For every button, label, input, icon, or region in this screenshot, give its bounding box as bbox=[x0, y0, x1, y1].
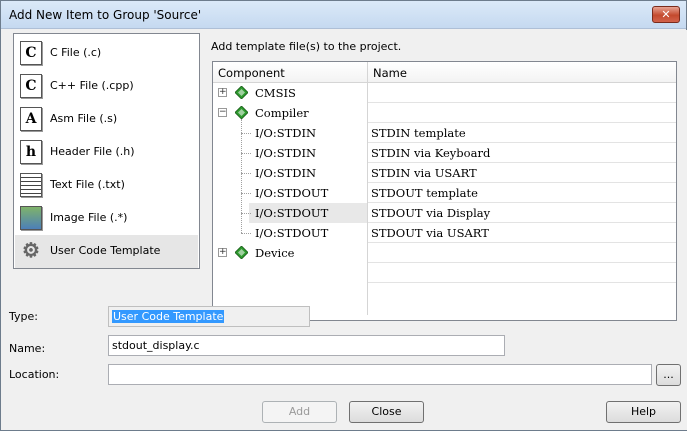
type-field: User Code Template bbox=[108, 306, 310, 327]
file-type-label: Image File (.*) bbox=[50, 211, 128, 224]
file-type-item[interactable]: ⚙ User Code Template bbox=[15, 235, 198, 268]
file-type-item[interactable]: Text File (.txt) bbox=[15, 169, 198, 202]
component-group-label: CMSIS bbox=[255, 86, 296, 100]
tree-connector bbox=[241, 193, 251, 194]
component-label: I/O:STDIN bbox=[255, 126, 317, 140]
component-label: I/O:STDIN bbox=[255, 166, 317, 180]
c-file-icon: C bbox=[20, 41, 42, 65]
window-title: Add New Item to Group 'Source' bbox=[9, 8, 202, 22]
tree-connector bbox=[241, 233, 251, 234]
close-button[interactable]: Close bbox=[349, 401, 424, 423]
component-gem-icon bbox=[235, 106, 248, 119]
component-row[interactable]: I/O:STDOUT STDOUT template bbox=[213, 183, 676, 203]
component-row[interactable]: + CMSIS bbox=[213, 83, 676, 103]
cpp-file-icon: C bbox=[20, 74, 42, 98]
help-button[interactable]: Help bbox=[606, 401, 681, 423]
template-name: STDOUT template bbox=[371, 186, 478, 200]
template-name: STDIN via Keyboard bbox=[371, 146, 491, 160]
file-type-label: Asm File (.s) bbox=[50, 112, 118, 125]
file-type-item[interactable]: h Header File (.h) bbox=[15, 136, 198, 169]
row-divider bbox=[368, 262, 676, 263]
file-type-label: C File (.c) bbox=[50, 46, 102, 59]
tree-connector bbox=[241, 213, 251, 214]
component-row[interactable]: I/O:STDOUT STDOUT via Display bbox=[213, 203, 676, 223]
component-label: I/O:STDIN bbox=[255, 146, 317, 160]
row-divider bbox=[368, 282, 676, 283]
component-group-label: Compiler bbox=[255, 106, 309, 120]
column-header-name[interactable]: Name bbox=[373, 66, 407, 80]
component-label: I/O:STDOUT bbox=[255, 226, 329, 240]
template-name: STDOUT via Display bbox=[371, 206, 491, 220]
file-type-list: C C File (.c) C C++ File (.cpp) A Asm File (.… bbox=[13, 33, 200, 269]
component-gem-icon bbox=[235, 246, 248, 259]
tree-connector bbox=[241, 133, 251, 134]
dialog-body: C C File (.c) C C++ File (.cpp) A Asm File (.… bbox=[2, 30, 687, 430]
name-input-value: stdout_display.c bbox=[112, 339, 200, 352]
grid-header: Component Name bbox=[213, 62, 676, 83]
component-row[interactable]: + Device bbox=[213, 243, 676, 263]
component-grid: Component Name + CMSIS − Compiler I/O:STDIN S… bbox=[212, 61, 677, 321]
tree-connector bbox=[241, 173, 251, 174]
dialog-window: Add New Item to Group 'Source' ✕ C C File… bbox=[0, 0, 687, 431]
add-button[interactable]: Add bbox=[262, 401, 337, 423]
template-header: Add template file(s) to the project. bbox=[211, 40, 402, 53]
file-type-item[interactable]: Image File (.*) bbox=[15, 202, 198, 235]
file-type-item[interactable]: C C File (.c) bbox=[15, 37, 198, 70]
template-name: STDOUT via USART bbox=[371, 226, 489, 240]
location-label: Location: bbox=[9, 368, 60, 381]
file-type-label: User Code Template bbox=[50, 244, 161, 257]
expand-icon[interactable]: + bbox=[218, 248, 227, 257]
tree-connector bbox=[241, 119, 242, 233]
close-window-button[interactable]: ✕ bbox=[652, 6, 680, 23]
component-row[interactable]: I/O:STDIN STDIN via Keyboard bbox=[213, 143, 676, 163]
type-value: User Code Template bbox=[112, 310, 225, 323]
component-row[interactable]: − Compiler bbox=[213, 103, 676, 123]
component-gem-icon bbox=[235, 86, 248, 99]
asm-file-icon: A bbox=[20, 107, 42, 131]
component-label: I/O:STDOUT bbox=[255, 206, 329, 220]
template-name: STDIN via USART bbox=[371, 166, 477, 180]
file-type-item[interactable]: A Asm File (.s) bbox=[15, 103, 198, 136]
file-type-label: Header File (.h) bbox=[50, 145, 135, 158]
template-gear-icon: ⚙ bbox=[22, 238, 40, 262]
name-label: Name: bbox=[9, 342, 46, 355]
expand-icon[interactable]: + bbox=[218, 88, 227, 97]
file-type-item[interactable]: C C++ File (.cpp) bbox=[15, 70, 198, 103]
template-name: STDIN template bbox=[371, 126, 466, 140]
component-row[interactable]: I/O:STDIN STDIN via USART bbox=[213, 163, 676, 183]
location-input[interactable] bbox=[108, 364, 652, 385]
component-label: I/O:STDOUT bbox=[255, 186, 329, 200]
collapse-icon[interactable]: − bbox=[218, 108, 227, 117]
component-row[interactable]: I/O:STDIN STDIN template bbox=[213, 123, 676, 143]
image-file-icon bbox=[20, 206, 42, 230]
component-row[interactable]: I/O:STDOUT STDOUT via USART bbox=[213, 223, 676, 243]
file-type-label: Text File (.txt) bbox=[50, 178, 125, 191]
file-type-label: C++ File (.cpp) bbox=[50, 79, 134, 92]
browse-button[interactable]: ... bbox=[656, 364, 681, 386]
text-file-icon bbox=[20, 173, 42, 197]
title-bar[interactable]: Add New Item to Group 'Source' ✕ bbox=[1, 1, 686, 29]
type-label: Type: bbox=[9, 310, 38, 323]
tree-connector bbox=[241, 153, 251, 154]
component-group-label: Device bbox=[255, 246, 295, 260]
name-input[interactable]: stdout_display.c bbox=[108, 335, 505, 356]
column-header-component[interactable]: Component bbox=[218, 66, 285, 80]
header-file-icon: h bbox=[20, 140, 42, 164]
